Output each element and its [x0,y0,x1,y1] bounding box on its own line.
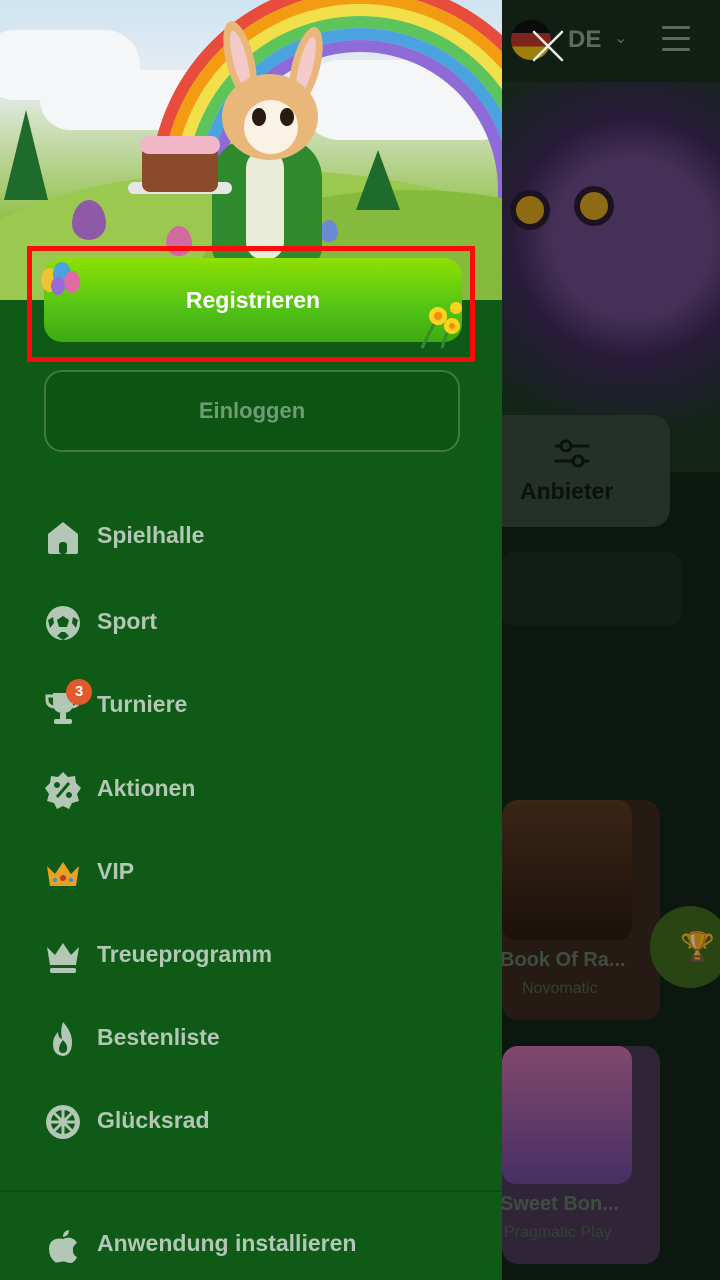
register-button[interactable]: Registrieren [44,258,462,342]
menu-item-label: Spielhalle [97,522,205,548]
menu-item-bestenliste[interactable]: Bestenliste [44,1014,464,1070]
loyalty-crown-icon [47,943,79,973]
menu-item-vip[interactable]: VIP [44,848,464,904]
menu-item-aktionen[interactable]: Aktionen [44,765,464,821]
soccer-ball-icon [46,606,80,640]
close-icon[interactable] [528,26,568,66]
wheel-icon [46,1105,80,1139]
notification-badge: 3 [66,679,92,705]
menu-item-spielhalle[interactable]: Spielhalle [44,512,464,568]
flame-icon [53,1022,72,1056]
menu-item-sport[interactable]: Sport [44,598,464,654]
menu-item-label: Glücksrad [97,1107,210,1133]
menu-item-label: Sport [97,608,158,634]
divider [0,1190,502,1192]
install-app-item[interactable]: Anwendung installieren [44,1220,464,1276]
home-icon [48,522,78,554]
percent-badge-icon [45,772,81,809]
menu-item-turniere[interactable]: 3 Turniere [44,679,464,737]
side-drawer: Registrieren Einloggen Spielhalle Sport … [0,0,502,1280]
install-app-label: Anwendung installieren [97,1230,357,1256]
menu-item-label: VIP [97,858,135,884]
daffodil-icon [420,302,462,349]
menu-item-treueprogramm[interactable]: Treueprogramm [44,931,464,987]
login-button[interactable]: Einloggen [44,370,460,452]
easter-eggs-icon [41,262,80,295]
menu-item-label: Treueprogramm [97,941,273,967]
easter-banner [0,0,502,300]
menu-item-label: Bestenliste [97,1024,220,1050]
menu-item-label: Aktionen [97,775,196,801]
menu-item-label: Turniere [97,691,188,717]
crown-icon [47,862,79,886]
apple-icon [49,1230,77,1263]
menu-item-gluecksrad[interactable]: Glücksrad [44,1097,464,1153]
